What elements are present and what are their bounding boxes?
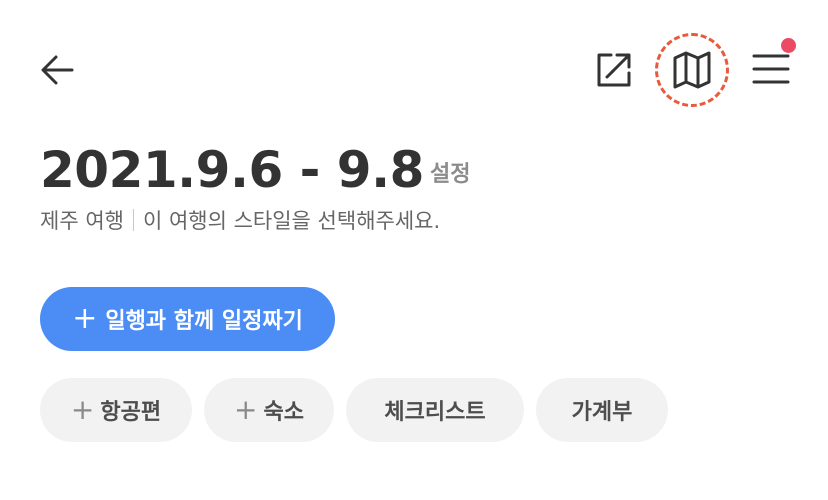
trip-dates: 2021.9.6 - 9.8: [40, 141, 424, 199]
hamburger-menu-icon: [751, 52, 791, 86]
plan-together-button[interactable]: + 일행과 함께 일정짜기: [40, 287, 335, 351]
checklist-chip[interactable]: 체크리스트: [346, 378, 524, 442]
date-settings-link[interactable]: 설정: [430, 156, 470, 188]
plus-icon: +: [234, 393, 258, 426]
add-lodging-chip[interactable]: + 숙소: [204, 378, 334, 442]
subtitle-divider: [132, 209, 134, 231]
plus-icon: +: [72, 301, 98, 336]
budget-book-chip[interactable]: 가계부: [536, 378, 668, 442]
external-share-icon: [593, 49, 635, 91]
share-button[interactable]: [588, 44, 640, 96]
chip-label: 항공편: [100, 400, 162, 425]
trip-subtitle: 제주 여행 이 여행의 스타일을 선택해주세요.: [40, 205, 440, 235]
map-button-highlight: [655, 33, 729, 107]
chip-label: 체크리스트: [384, 400, 486, 425]
trip-style-prompt[interactable]: 이 여행의 스타일을 선택해주세요.: [143, 205, 440, 235]
chip-label: 숙소: [263, 400, 304, 425]
trip-destination: 제주 여행: [40, 209, 124, 233]
arrow-left-icon: [38, 50, 78, 90]
menu-button[interactable]: [744, 38, 798, 96]
back-button[interactable]: [30, 44, 86, 96]
plan-together-label: 일행과 함께 일정짜기: [105, 309, 303, 334]
chip-label: 가계부: [571, 400, 633, 425]
plus-icon: +: [70, 393, 95, 426]
notification-dot: [781, 38, 796, 53]
add-flight-chip[interactable]: + 항공편: [40, 378, 192, 442]
map-button[interactable]: [652, 30, 732, 110]
